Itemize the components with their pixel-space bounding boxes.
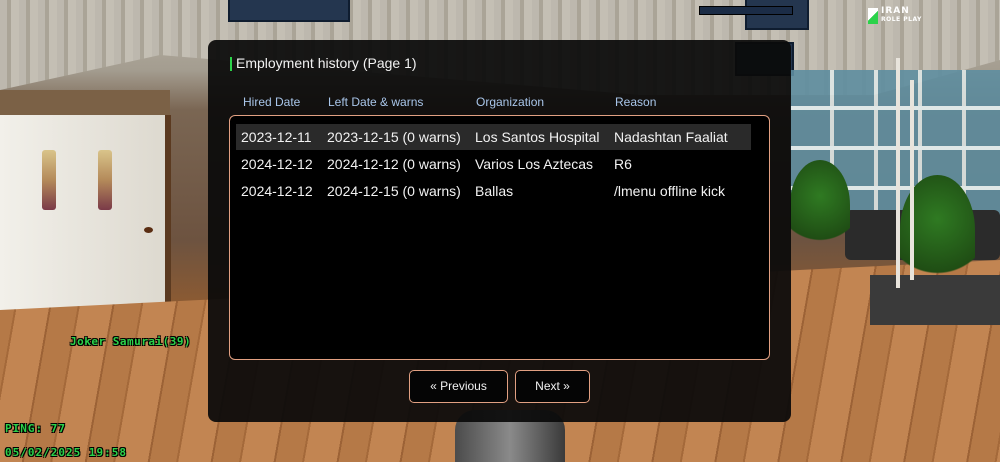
cell-hired-date: 2024-12-12 — [241, 156, 313, 172]
cell-reason: Nadashtan Faaliat — [614, 129, 728, 145]
datetime-readout: 05/02/2025 19:58 — [5, 446, 127, 459]
cell-hired-date: 2024-12-12 — [241, 183, 313, 199]
logo-subtext: ROLE PLAY — [881, 16, 922, 23]
cell-reason: /lmenu offline kick — [614, 183, 726, 199]
logo-text: IRAN — [881, 6, 910, 16]
column-header-organization: Organization — [476, 95, 545, 109]
door-knob — [144, 227, 153, 233]
cell-organization: Varios Los Aztecas — [475, 156, 594, 172]
list-item[interactable]: 2024-12-12 2024-12-15 (0 warns) Ballas /… — [236, 178, 751, 204]
cell-left-date: 2024-12-12 (0 warns) — [327, 156, 461, 172]
rope — [910, 80, 914, 280]
health-bar — [699, 6, 793, 15]
rope — [896, 58, 900, 288]
list-item[interactable]: 2024-12-12 2024-12-12 (0 warns) Varios L… — [236, 151, 751, 177]
door — [0, 115, 171, 335]
logo-icon — [868, 8, 878, 24]
employment-history-dialog: Employment history (Page 1) Hired Date L… — [208, 40, 791, 422]
list-item[interactable]: 2023-12-11 2023-12-15 (0 warns) Los Sant… — [236, 124, 751, 150]
cell-organization: Los Santos Hospital — [475, 129, 600, 145]
potted-plant — [790, 160, 850, 250]
ceiling-light — [745, 0, 809, 30]
column-header-hired-date: Hired Date — [243, 95, 301, 109]
player-nametag: Joker Samurai(39) — [70, 335, 192, 348]
cell-reason: R6 — [614, 156, 632, 172]
ceiling-light — [228, 0, 350, 22]
column-header-left-date: Left Date & warns — [328, 95, 424, 109]
cell-left-date: 2023-12-15 (0 warns) — [327, 129, 461, 145]
dialog-title: Employment history (Page 1) — [236, 55, 417, 71]
cell-organization: Ballas — [475, 183, 514, 199]
server-logo: IRAN ROLE PLAY — [868, 6, 938, 28]
title-accent-bar — [230, 57, 232, 71]
ping-readout: PING: 77 — [5, 422, 66, 435]
cell-left-date: 2024-12-15 (0 warns) — [327, 183, 461, 199]
wall-lamp — [42, 150, 56, 210]
previous-page-button[interactable]: « Previous — [409, 370, 508, 403]
cell-hired-date: 2023-12-11 — [241, 129, 312, 145]
column-header-reason: Reason — [615, 95, 657, 109]
wall-lamp — [98, 150, 112, 210]
next-page-button[interactable]: Next » — [515, 370, 590, 403]
history-list[interactable]: 2023-12-11 2023-12-15 (0 warns) Los Sant… — [229, 115, 770, 360]
